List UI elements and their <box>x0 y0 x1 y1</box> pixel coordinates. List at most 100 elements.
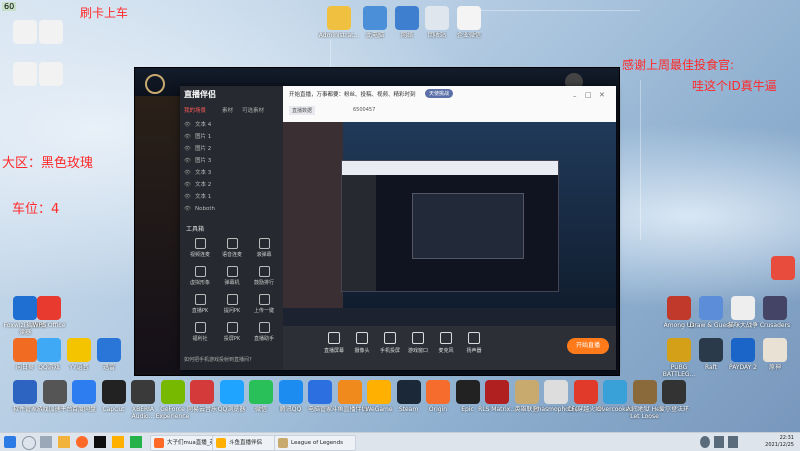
stream-app-icon <box>216 438 226 448</box>
tool-button[interactable]: 鼓励排行 <box>250 264 278 288</box>
close-icon[interactable]: ✕ <box>599 91 605 99</box>
tool-icon <box>226 322 238 333</box>
desktop-icon-genshin[interactable]: 原神 <box>752 338 798 371</box>
tool-icon <box>258 238 270 249</box>
scene-item[interactable]: 👁 图片 2 <box>184 144 279 155</box>
eye-icon[interactable]: 👁 <box>184 170 191 176</box>
preview-left-strip <box>283 122 343 326</box>
app-title: 直播伴侣 <box>184 90 216 99</box>
tool-button[interactable]: 滚弹幕 <box>250 236 278 260</box>
scene-item[interactable]: 👁 文本 4 <box>184 120 279 131</box>
desktop-icon-small[interactable] <box>760 256 800 282</box>
eye-icon[interactable]: 👁 <box>184 194 191 200</box>
taskbar-window-league[interactable]: League of Legends <box>274 435 356 451</box>
file-explorer-icon[interactable] <box>58 436 70 448</box>
source-button[interactable]: 扬声器 <box>461 332 487 354</box>
minimize-icon[interactable]: – <box>573 92 577 100</box>
overlay-rank: 车位：4 <box>12 202 60 217</box>
clock-date: 2021/12/25 <box>765 442 794 448</box>
tool-button[interactable]: 语音连麦 <box>218 236 246 260</box>
scene-item[interactable]: 👁 图片 1 <box>184 132 279 143</box>
browser-icon <box>154 438 164 448</box>
source-button[interactable]: 麦克风 <box>433 332 459 354</box>
app-icon <box>662 380 686 404</box>
tool-button[interactable]: 投屏PK <box>218 320 246 344</box>
chat-icon[interactable] <box>130 436 142 448</box>
task-view-icon[interactable] <box>40 436 52 448</box>
scene-item[interactable]: 👁 图片 3 <box>184 156 279 167</box>
nested-app-bar <box>342 161 558 175</box>
overlay-region: 大区：黑色玫瑰 <box>2 156 94 171</box>
tool-button[interactable]: 福利社 <box>186 320 214 344</box>
tool-icon <box>226 238 238 249</box>
desktop-icon-crusaders[interactable]: Crusaders <box>752 296 798 329</box>
tool-button[interactable]: 直播PK <box>186 292 214 316</box>
tab-scenes[interactable]: 我的场景 <box>184 106 206 114</box>
room-id: 6500457 <box>353 107 376 113</box>
nested-left-panel <box>342 175 376 291</box>
desktop-icon-xunlei[interactable]: 迅雷 <box>86 338 132 371</box>
league-side-panel <box>135 96 181 375</box>
league-icon <box>278 438 288 448</box>
xunlei-icon <box>97 338 121 362</box>
tool-icon <box>194 322 206 333</box>
terminal-icon[interactable] <box>94 436 106 448</box>
nested-inner-preview <box>412 193 524 259</box>
stream-app-icon[interactable] <box>112 436 124 448</box>
app-bottom-bar: 直播屏幕 摄像头 手机投屏 游戏窗口 麦克风 扬声器 开始直播 <box>283 326 616 370</box>
challenge-chip[interactable]: 天使挑战 <box>425 89 454 98</box>
tool-button[interactable]: 视频连麦 <box>186 236 214 260</box>
toolbox-label: 工具箱 <box>186 226 205 233</box>
clock[interactable]: 22:31 2021/12/25 <box>765 435 794 449</box>
maximize-icon[interactable]: □ <box>585 91 592 99</box>
help-notice[interactable]: 如何把手机游戏投射到直播间? <box>184 356 279 363</box>
tool-icon <box>258 322 270 333</box>
source-button[interactable]: 直播屏幕 <box>321 332 347 354</box>
eye-icon[interactable]: 👁 <box>184 182 191 188</box>
room-label[interactable]: 直播数据 <box>289 106 316 115</box>
desktop-icon-wps[interactable]: WPS Office <box>26 296 72 329</box>
source-button[interactable]: 手机投屏 <box>377 332 403 354</box>
eye-icon[interactable]: 👁 <box>184 146 191 152</box>
start-icon[interactable] <box>4 436 16 448</box>
desktop-icon-file-2[interactable] <box>28 20 74 46</box>
scene-item[interactable]: 👁 文本 2 <box>184 180 279 191</box>
clock-time: 22:31 <box>779 435 794 441</box>
eye-icon[interactable]: 👁 <box>184 122 191 128</box>
tool-icon <box>194 266 206 277</box>
tool-button[interactable]: 虚拟形象 <box>186 264 214 288</box>
source-icon <box>328 332 340 344</box>
tool-button[interactable]: 上传一键 <box>250 292 278 316</box>
desktop-icon-bottom-22[interactable]: 爱尔登法环 <box>651 380 697 413</box>
tool-icon <box>226 294 238 305</box>
eye-icon[interactable]: 👁 <box>184 206 191 212</box>
tool-icon <box>226 266 238 277</box>
tab-optional[interactable]: 可选素材 <box>242 106 264 114</box>
source-button[interactable]: 摄像头 <box>349 332 375 354</box>
network-tray-icon[interactable] <box>700 436 710 448</box>
scene-item[interactable]: 👁 文本 1 <box>184 192 279 203</box>
app-top-bar: 开始直播，万事都要：粉丝、投稿、视频、精彩时刻 天使挑战 直播数据 650045… <box>283 86 616 123</box>
tool-button[interactable]: 提问PK <box>218 292 246 316</box>
eye-icon[interactable]: 👁 <box>184 158 191 164</box>
start-live-button[interactable]: 开始直播 <box>567 338 609 354</box>
search-icon[interactable] <box>22 436 36 450</box>
tool-button[interactable]: 弹幕机 <box>218 264 246 288</box>
file-icon <box>39 20 63 44</box>
source-button[interactable]: 游戏窗口 <box>405 332 431 354</box>
browser-icon[interactable] <box>76 436 88 448</box>
ime-tray-icon[interactable] <box>728 436 738 448</box>
live-hint: 开始直播，万事都要：粉丝、投稿、视频、精彩时刻 <box>289 92 416 98</box>
desktop-icon-file-4[interactable] <box>28 62 74 88</box>
scene-item[interactable]: 👁 Noboth <box>184 204 279 215</box>
scene-item[interactable]: 👁 文本 3 <box>184 168 279 179</box>
stream-companion-window[interactable]: 直播伴侣 我的场景 素材 可选素材 👁 文本 4 👁 图片 1 👁 图片 2 👁 图片 3 👁 文… <box>180 86 616 370</box>
overlay-thanks-2: 哇这个ID真牛逼 <box>692 79 777 93</box>
tool-button[interactable]: 直播助手 <box>250 320 278 344</box>
eye-icon[interactable]: 👁 <box>184 134 191 140</box>
tab-materials[interactable]: 素材 <box>222 106 233 114</box>
volume-tray-icon[interactable] <box>714 436 724 448</box>
source-icon <box>356 332 368 344</box>
desktop-icon-wecom[interactable]: 企业微信 <box>446 6 492 39</box>
app-icon <box>771 256 795 280</box>
